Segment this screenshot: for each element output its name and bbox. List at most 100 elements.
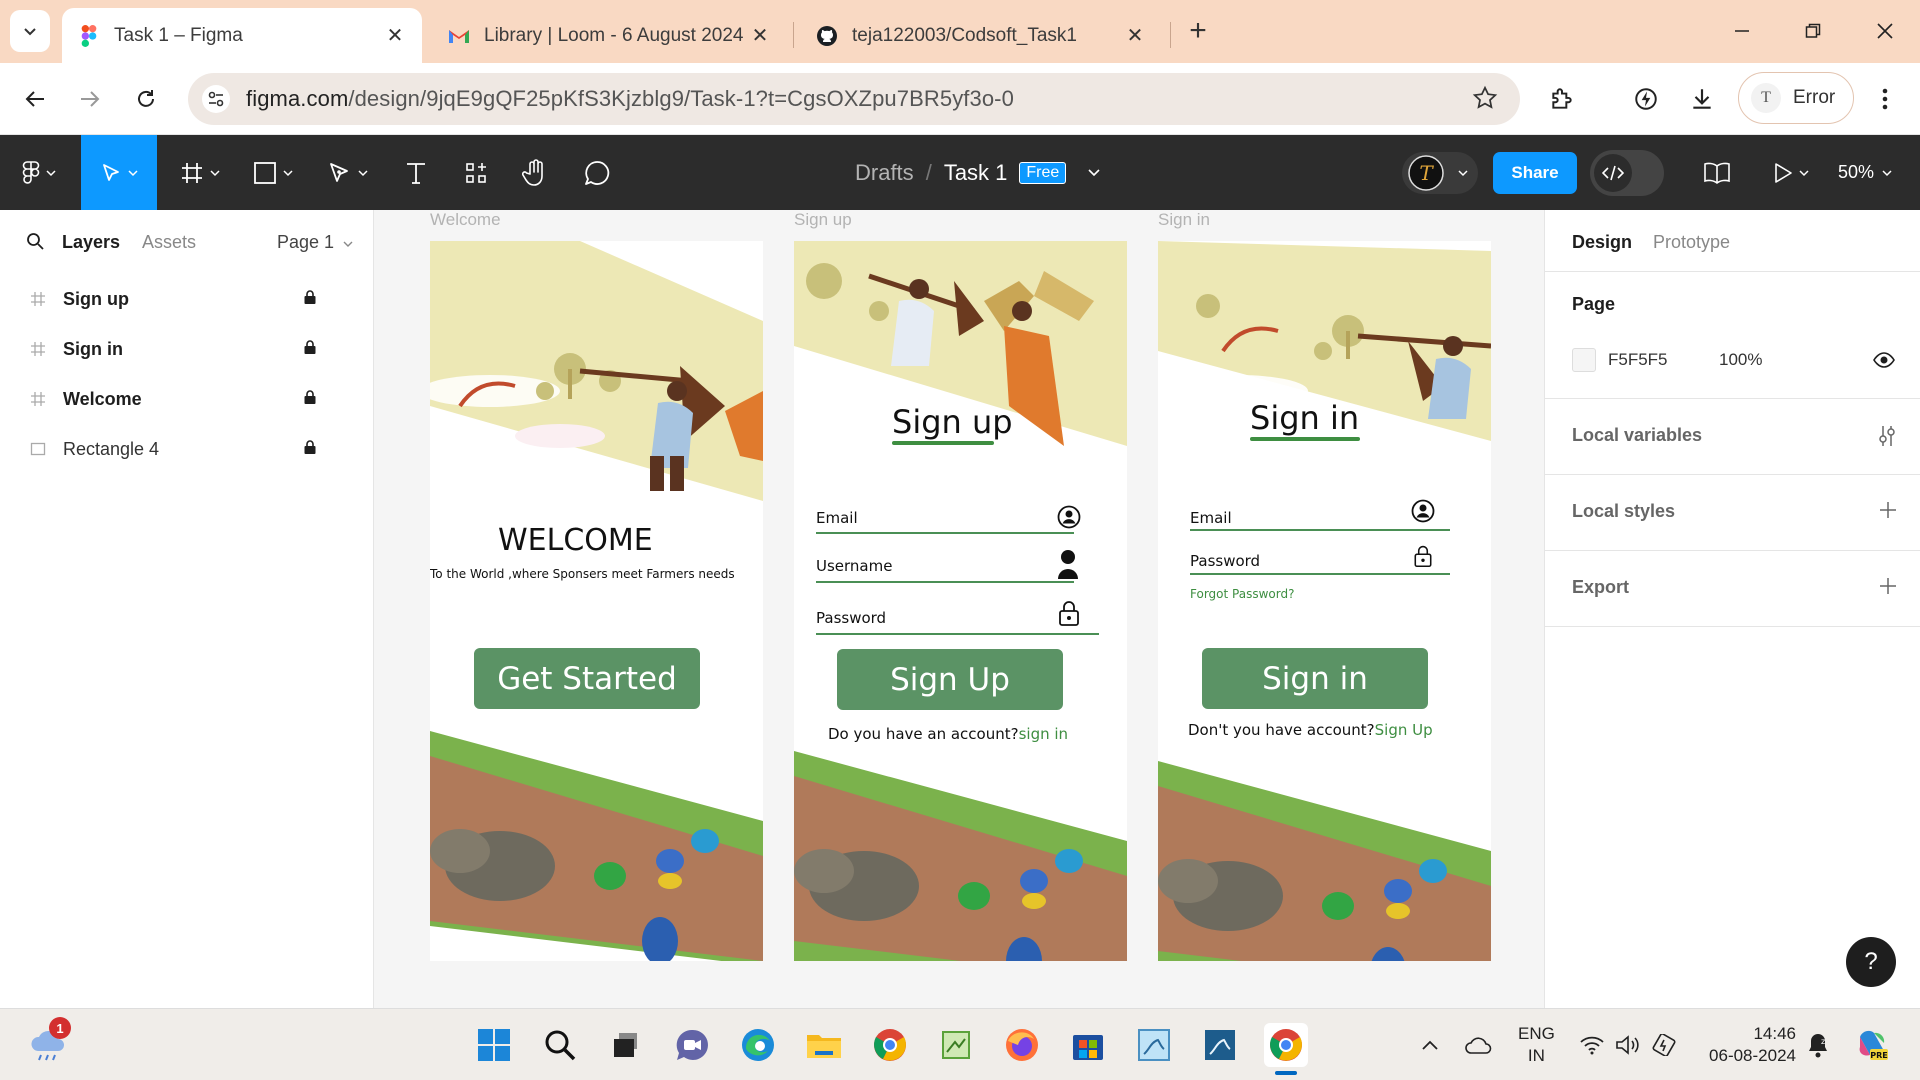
- site-info-icon[interactable]: [202, 85, 230, 113]
- tab-figma[interactable]: Task 1 – Figma ✕: [62, 8, 422, 63]
- downloads-button[interactable]: [1683, 80, 1721, 118]
- notifications-button[interactable]: z: [1796, 1023, 1840, 1067]
- move-tool-button[interactable]: [81, 135, 157, 210]
- email-field[interactable]: [816, 532, 1074, 534]
- close-icon[interactable]: ✕: [382, 23, 408, 48]
- frame-sign-up[interactable]: Sign up Email Username Password Sign Up …: [794, 241, 1127, 961]
- username-field[interactable]: [816, 581, 1074, 583]
- zoom-menu[interactable]: 50%: [1838, 135, 1892, 210]
- design-canvas[interactable]: Welcome WELCOME To the World ,where Spon…: [375, 210, 1544, 1008]
- reload-button[interactable]: [127, 80, 165, 118]
- show-hidden-icons-button[interactable]: [1408, 1023, 1452, 1067]
- main-menu-button[interactable]: [14, 135, 64, 210]
- comment-tool-button[interactable]: [577, 135, 617, 210]
- address-bar[interactable]: figma.com/design/9jqE9gQF25pKfS3Kjzblg9/…: [188, 73, 1520, 125]
- layer-row-sign-in[interactable]: Sign in: [0, 324, 374, 374]
- forward-button[interactable]: [71, 80, 109, 118]
- page-color-hex[interactable]: F5F5F5: [1608, 350, 1668, 370]
- frame-label-sign-in[interactable]: Sign in: [1158, 210, 1210, 230]
- tab-prototype[interactable]: Prototype: [1653, 232, 1730, 253]
- start-button[interactable]: [472, 1023, 516, 1067]
- onedrive-button[interactable]: [1456, 1023, 1500, 1067]
- tab-loom[interactable]: Library | Loom - 6 August 2024 ✕: [432, 8, 787, 63]
- lock-icon[interactable]: [303, 389, 317, 410]
- minimize-button[interactable]: [1722, 14, 1762, 48]
- lock-icon[interactable]: [303, 339, 317, 360]
- tab-github[interactable]: teja122003/Codsoft_Task1 ✕: [800, 8, 1162, 63]
- close-icon[interactable]: ✕: [747, 23, 773, 48]
- frame-tool-button[interactable]: [174, 135, 226, 210]
- chrome-app[interactable]: [868, 1023, 912, 1067]
- page-color-opacity[interactable]: 100%: [1719, 350, 1762, 370]
- chrome-active-app[interactable]: [1264, 1023, 1308, 1067]
- get-started-button[interactable]: Get Started: [474, 648, 700, 709]
- sign-in-link[interactable]: sign in: [1019, 725, 1068, 743]
- tab-layers[interactable]: Layers: [62, 232, 120, 253]
- text-tool-button[interactable]: [396, 135, 436, 210]
- file-explorer-app[interactable]: [802, 1023, 846, 1067]
- bookmark-star-icon[interactable]: [1472, 85, 1498, 116]
- sign-up-button[interactable]: Sign Up: [837, 649, 1063, 710]
- present-button[interactable]: [1762, 135, 1820, 210]
- notes-app[interactable]: [934, 1023, 978, 1067]
- task-view-button[interactable]: [604, 1023, 648, 1067]
- tab-search-button[interactable]: [10, 10, 50, 52]
- back-button[interactable]: [16, 80, 54, 118]
- workbench-app[interactable]: [1198, 1023, 1242, 1067]
- sign-up-link[interactable]: Sign Up: [1375, 721, 1433, 739]
- local-variables-section[interactable]: Local variables: [1545, 399, 1920, 475]
- sign-in-button[interactable]: Sign in: [1202, 648, 1428, 709]
- new-tab-button[interactable]: +: [1183, 14, 1213, 48]
- performance-button[interactable]: [1627, 80, 1665, 118]
- lock-icon[interactable]: [303, 439, 317, 460]
- export-section[interactable]: Export: [1545, 551, 1920, 627]
- sliders-icon[interactable]: [1877, 425, 1897, 452]
- layer-row-rectangle-4[interactable]: Rectangle 4: [0, 424, 374, 474]
- chevron-down-icon[interactable]: [1088, 168, 1100, 177]
- email-field[interactable]: [1190, 529, 1450, 531]
- lock-icon[interactable]: [303, 289, 317, 310]
- password-field[interactable]: [816, 633, 1099, 635]
- forgot-password-link[interactable]: Forgot Password?: [1190, 587, 1294, 601]
- copilot-button[interactable]: PRE: [1850, 1023, 1894, 1067]
- local-styles-section[interactable]: Local styles: [1545, 475, 1920, 551]
- chat-app[interactable]: [670, 1023, 714, 1067]
- breadcrumb-drafts[interactable]: Drafts: [855, 160, 914, 186]
- extensions-button[interactable]: [1543, 80, 1581, 118]
- search-icon[interactable]: [26, 232, 44, 255]
- plan-badge[interactable]: Free: [1019, 161, 1067, 184]
- plus-icon[interactable]: [1879, 577, 1897, 600]
- password-field[interactable]: [1190, 573, 1450, 575]
- layer-row-sign-up[interactable]: Sign up: [0, 274, 374, 324]
- mysql-app[interactable]: [1132, 1023, 1176, 1067]
- search-button[interactable]: [538, 1023, 582, 1067]
- store-app[interactable]: [1066, 1023, 1110, 1067]
- page-selector[interactable]: Page 1: [277, 232, 353, 253]
- user-avatar-button[interactable]: T: [1402, 152, 1478, 194]
- frame-label-welcome[interactable]: Welcome: [430, 210, 501, 230]
- language-indicator[interactable]: ENG IN: [1518, 1023, 1555, 1067]
- eye-icon[interactable]: [1873, 352, 1895, 373]
- help-button[interactable]: ?: [1846, 937, 1896, 987]
- layer-row-welcome[interactable]: Welcome: [0, 374, 374, 424]
- shape-tool-button[interactable]: [247, 135, 299, 210]
- page-color-swatch[interactable]: [1572, 348, 1596, 372]
- frame-welcome[interactable]: WELCOME To the World ,where Sponsers mee…: [430, 241, 763, 961]
- file-name[interactable]: Task 1: [944, 160, 1008, 186]
- pen-tool-button[interactable]: [322, 135, 374, 210]
- close-icon[interactable]: ✕: [1122, 23, 1148, 48]
- firefox-app[interactable]: [1000, 1023, 1044, 1067]
- resources-button[interactable]: [456, 135, 496, 210]
- tab-assets[interactable]: Assets: [142, 232, 196, 253]
- profile-button[interactable]: T Error: [1738, 72, 1854, 124]
- library-button[interactable]: [1695, 135, 1739, 210]
- hand-tool-button[interactable]: [515, 135, 555, 210]
- share-button[interactable]: Share: [1493, 152, 1577, 194]
- close-window-button[interactable]: [1865, 14, 1905, 48]
- system-clock[interactable]: 14:46 06-08-2024: [1700, 1023, 1796, 1067]
- browser-menu-button[interactable]: [1866, 80, 1904, 118]
- restore-button[interactable]: [1793, 14, 1833, 48]
- tab-design[interactable]: Design: [1572, 232, 1632, 253]
- dev-mode-toggle[interactable]: [1590, 150, 1664, 196]
- frame-label-sign-up[interactable]: Sign up: [794, 210, 852, 230]
